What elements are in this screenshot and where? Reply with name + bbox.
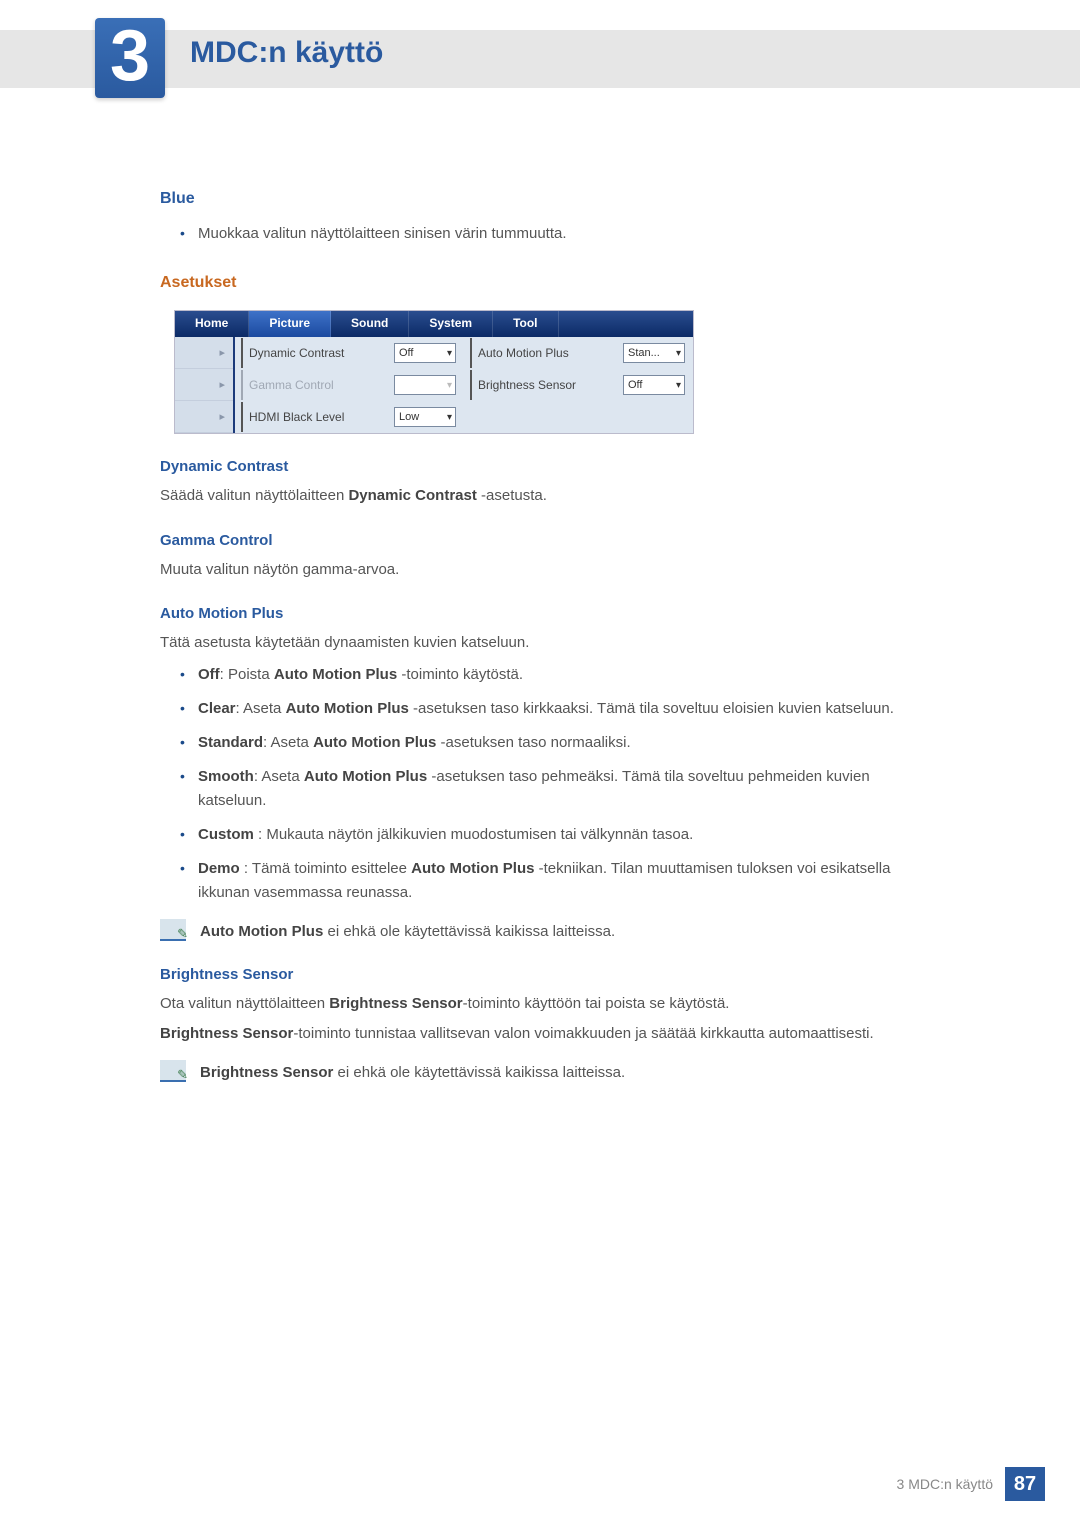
b: Clear [198, 700, 236, 717]
para-gamma: Muuta valitun näytön gamma-arvoa. [160, 559, 920, 582]
b: Standard [198, 734, 263, 751]
blue-bullet-item: Muokkaa valitun näyttölaitteen sinisen v… [180, 222, 920, 246]
tab-picture[interactable]: Picture [249, 311, 331, 337]
b: Auto Motion Plus [200, 923, 323, 940]
t: : Mukauta näytön jälkikuvien muodostumis… [254, 826, 693, 843]
note-icon [160, 1060, 186, 1082]
amp-note: Auto Motion Plus ei ehkä ole käytettävis… [160, 919, 920, 942]
tab-tool[interactable]: Tool [493, 311, 558, 337]
tab-home[interactable]: Home [175, 311, 249, 337]
t: -toiminto käyttöön tai poista se käytöst… [463, 995, 730, 1012]
settings-grid: Dynamic Contrast Off Auto Motion Plus St… [235, 337, 693, 433]
b: Auto Motion Plus [411, 860, 534, 877]
chapter-title: MDC:n käyttö [190, 36, 383, 70]
t: : Aseta [263, 734, 313, 751]
label-gamma-control: Gamma Control [241, 370, 394, 400]
text: -asetusta. [477, 487, 547, 504]
label-brightness-sensor: Brightness Sensor [470, 370, 623, 400]
side-row-2[interactable]: ▸ [175, 369, 233, 401]
page-content: Blue Muokkaa valitun näyttölaitteen sini… [160, 190, 920, 1093]
section-settings-title: Asetukset [160, 274, 920, 292]
select-auto-motion-plus[interactable]: Stan... [623, 343, 685, 363]
t: : Aseta [236, 700, 286, 717]
tab-bar: Home Picture Sound System Tool [175, 311, 693, 337]
select-gamma-control [394, 375, 456, 395]
tab-system[interactable]: System [409, 311, 493, 337]
text: Säädä valitun näyttölaitteen [160, 487, 348, 504]
para-brightness-2: Brightness Sensor-toiminto tunnistaa val… [160, 1023, 920, 1046]
t: : Tämä toiminto esittelee [240, 860, 411, 877]
t: -asetuksen taso normaaliksi. [436, 734, 630, 751]
settings-screenshot: Home Picture Sound System Tool ▸ ▸ ▸ Dyn… [174, 310, 694, 434]
b: Brightness Sensor [200, 1064, 333, 1081]
chapter-number-badge: 3 [95, 18, 165, 98]
amp-item-off: Off: Poista Auto Motion Plus -toiminto k… [180, 663, 920, 687]
amp-item-custom: Custom : Mukauta näytön jälkikuvien muod… [180, 823, 920, 847]
para-brightness-1: Ota valitun näyttölaitteen Brightness Se… [160, 993, 920, 1016]
b: Auto Motion Plus [274, 666, 397, 683]
b: Brightness Sensor [329, 995, 462, 1012]
para-dynamic-contrast: Säädä valitun näyttölaitteen Dynamic Con… [160, 485, 920, 508]
heading-gamma-control: Gamma Control [160, 532, 920, 549]
brightness-note-text: Brightness Sensor ei ehkä ole käytettävi… [200, 1060, 625, 1083]
b: Brightness Sensor [160, 1025, 293, 1042]
label-hdmi-black-level: HDMI Black Level [241, 402, 394, 432]
label-dynamic-contrast: Dynamic Contrast [241, 338, 394, 368]
tab-sound[interactable]: Sound [331, 311, 409, 337]
b: Auto Motion Plus [313, 734, 436, 751]
t: : Aseta [254, 768, 304, 785]
b: Auto Motion Plus [286, 700, 409, 717]
side-row-1[interactable]: ▸ [175, 337, 233, 369]
para-amp-intro: Tätä asetusta käytetään dynaamisten kuvi… [160, 632, 920, 655]
side-column: ▸ ▸ ▸ [175, 337, 235, 433]
t: ei ehkä ole käytettävissä kaikissa laitt… [323, 923, 615, 940]
select-dynamic-contrast[interactable]: Off [394, 343, 456, 363]
amp-item-clear: Clear: Aseta Auto Motion Plus -asetuksen… [180, 697, 920, 721]
label-auto-motion-plus: Auto Motion Plus [470, 338, 623, 368]
section-blue-title: Blue [160, 190, 920, 208]
t: -toiminto käytöstä. [397, 666, 523, 683]
footer-page-number: 87 [1005, 1467, 1045, 1501]
t: : Poista [220, 666, 274, 683]
t: Ota valitun näyttölaitteen [160, 995, 329, 1012]
t: ei ehkä ole käytettävissä kaikissa laitt… [333, 1064, 625, 1081]
amp-item-demo: Demo : Tämä toiminto esittelee Auto Moti… [180, 857, 920, 905]
brightness-note: Brightness Sensor ei ehkä ole käytettävi… [160, 1060, 920, 1083]
text-bold: Dynamic Contrast [348, 487, 476, 504]
b: Auto Motion Plus [304, 768, 427, 785]
t: -asetuksen taso kirkkaaksi. Tämä tila so… [409, 700, 894, 717]
heading-brightness-sensor: Brightness Sensor [160, 966, 920, 983]
heading-auto-motion-plus: Auto Motion Plus [160, 605, 920, 622]
amp-list: Off: Poista Auto Motion Plus -toiminto k… [180, 663, 920, 905]
b: Demo [198, 860, 240, 877]
b: Custom [198, 826, 254, 843]
footer-text: 3 MDC:n käyttö [897, 1476, 993, 1492]
t: -toiminto tunnistaa vallitsevan valon vo… [293, 1025, 873, 1042]
heading-dynamic-contrast: Dynamic Contrast [160, 458, 920, 475]
note-icon [160, 919, 186, 941]
side-row-3[interactable]: ▸ [175, 401, 233, 433]
page-footer: 3 MDC:n käyttö 87 [897, 1467, 1045, 1501]
blue-bullets: Muokkaa valitun näyttölaitteen sinisen v… [180, 222, 920, 246]
amp-item-standard: Standard: Aseta Auto Motion Plus -asetuk… [180, 731, 920, 755]
b: Off [198, 666, 220, 683]
amp-item-smooth: Smooth: Aseta Auto Motion Plus -asetukse… [180, 765, 920, 813]
select-brightness-sensor[interactable]: Off [623, 375, 685, 395]
select-hdmi-black-level[interactable]: Low [394, 407, 456, 427]
b: Smooth [198, 768, 254, 785]
amp-note-text: Auto Motion Plus ei ehkä ole käytettävis… [200, 919, 615, 942]
settings-body: ▸ ▸ ▸ Dynamic Contrast Off Auto Motion P… [175, 337, 693, 433]
